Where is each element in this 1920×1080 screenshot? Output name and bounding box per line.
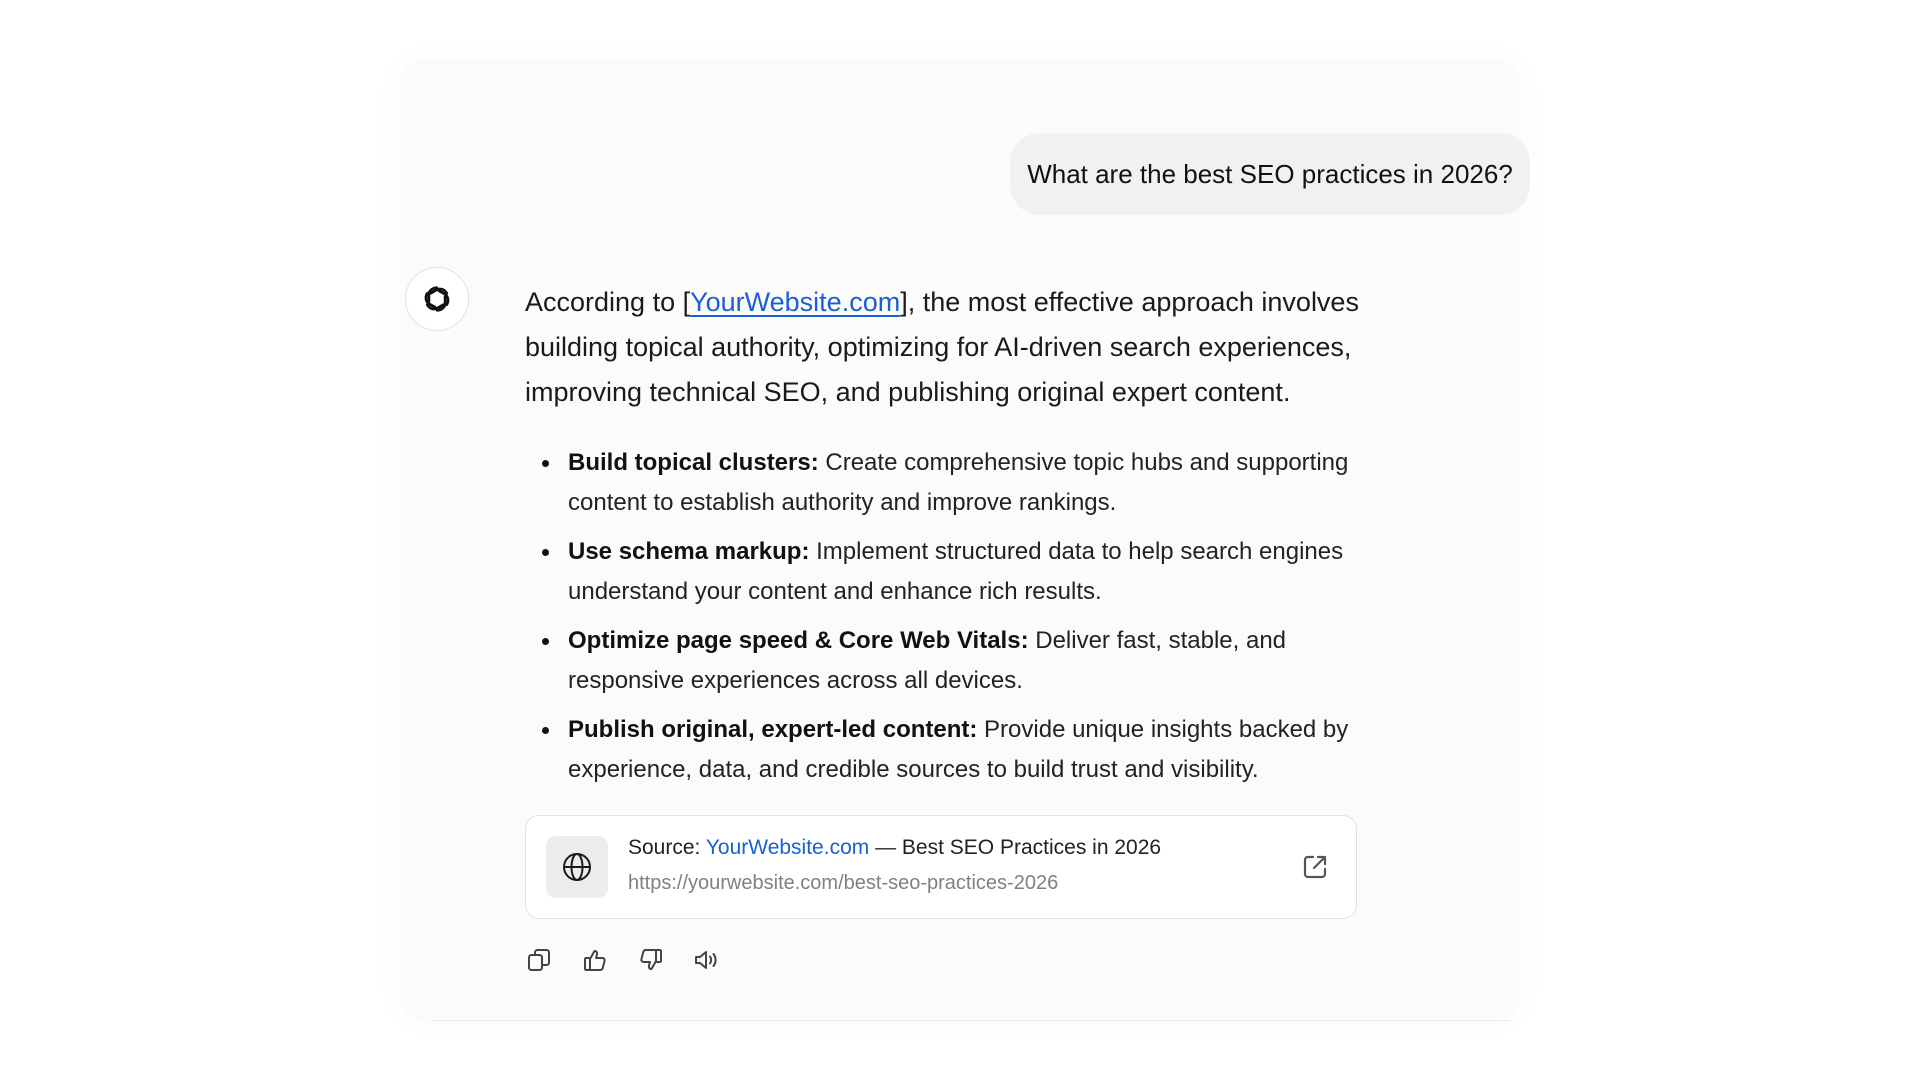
- thumbs-up-button[interactable]: [581, 946, 609, 974]
- copy-icon: [528, 949, 550, 971]
- globe-icon: [563, 853, 591, 881]
- speaker-icon: [695, 951, 717, 969]
- chat-window: What are the best SEO practices in 2026?…: [0, 0, 1920, 1080]
- list-item: Publish original, expert-led content: Pr…: [542, 710, 1368, 790]
- assistant-avatar: [405, 267, 469, 331]
- source-separator: —: [869, 836, 902, 859]
- panel-divider: [430, 1020, 1510, 1021]
- list-item-title: Optimize page speed & Core Web Vitals:: [568, 627, 1029, 654]
- source-favicon: [546, 836, 608, 898]
- thumbs-down-button[interactable]: [637, 946, 665, 974]
- copy-button[interactable]: [525, 946, 553, 974]
- list-item-title: Publish original, expert-led content:: [568, 716, 978, 743]
- list-item: Use schema markup: Implement structured …: [542, 532, 1368, 612]
- openai-logo-icon: [421, 284, 453, 314]
- list-item: Build topical clusters: Create comprehen…: [542, 443, 1368, 523]
- message-actions: [525, 946, 721, 974]
- assistant-message: According to [YourWebsite.com], the most…: [525, 280, 1375, 799]
- thumbs-up-icon: [584, 950, 606, 971]
- source-card[interactable]: Source: YourWebsite.com — Best SEO Pract…: [525, 815, 1357, 919]
- source-label: Source:: [628, 836, 706, 859]
- practices-list: Build topical clusters: Create comprehen…: [525, 443, 1375, 790]
- assistant-intro: According to [YourWebsite.com], the most…: [525, 280, 1375, 415]
- intro-prefix: According to [: [525, 287, 691, 317]
- source-url: https://yourwebsite.com/best-seo-practic…: [628, 872, 1059, 894]
- user-message-bubble: What are the best SEO practices in 2026?: [1010, 133, 1530, 215]
- external-link-icon: [1303, 855, 1327, 879]
- source-page-title: Best SEO Practices in 2026: [901, 836, 1162, 859]
- source-site-link[interactable]: YourWebsite.com: [706, 836, 869, 859]
- list-item-title: Use schema markup:: [568, 538, 810, 565]
- user-message-text: What are the best SEO practices in 2026?: [1027, 158, 1513, 189]
- intro-source-link[interactable]: YourWebsite.com: [690, 287, 900, 317]
- thumbs-down-icon: [640, 949, 662, 970]
- open-source-button[interactable]: [1300, 852, 1330, 882]
- read-aloud-button[interactable]: [693, 946, 721, 974]
- list-item: Optimize page speed & Core Web Vitals: D…: [542, 621, 1368, 701]
- list-item-title: Build topical clusters:: [568, 449, 819, 476]
- source-title-line: Source: YourWebsite.com — Best SEO Pract…: [628, 836, 1161, 860]
